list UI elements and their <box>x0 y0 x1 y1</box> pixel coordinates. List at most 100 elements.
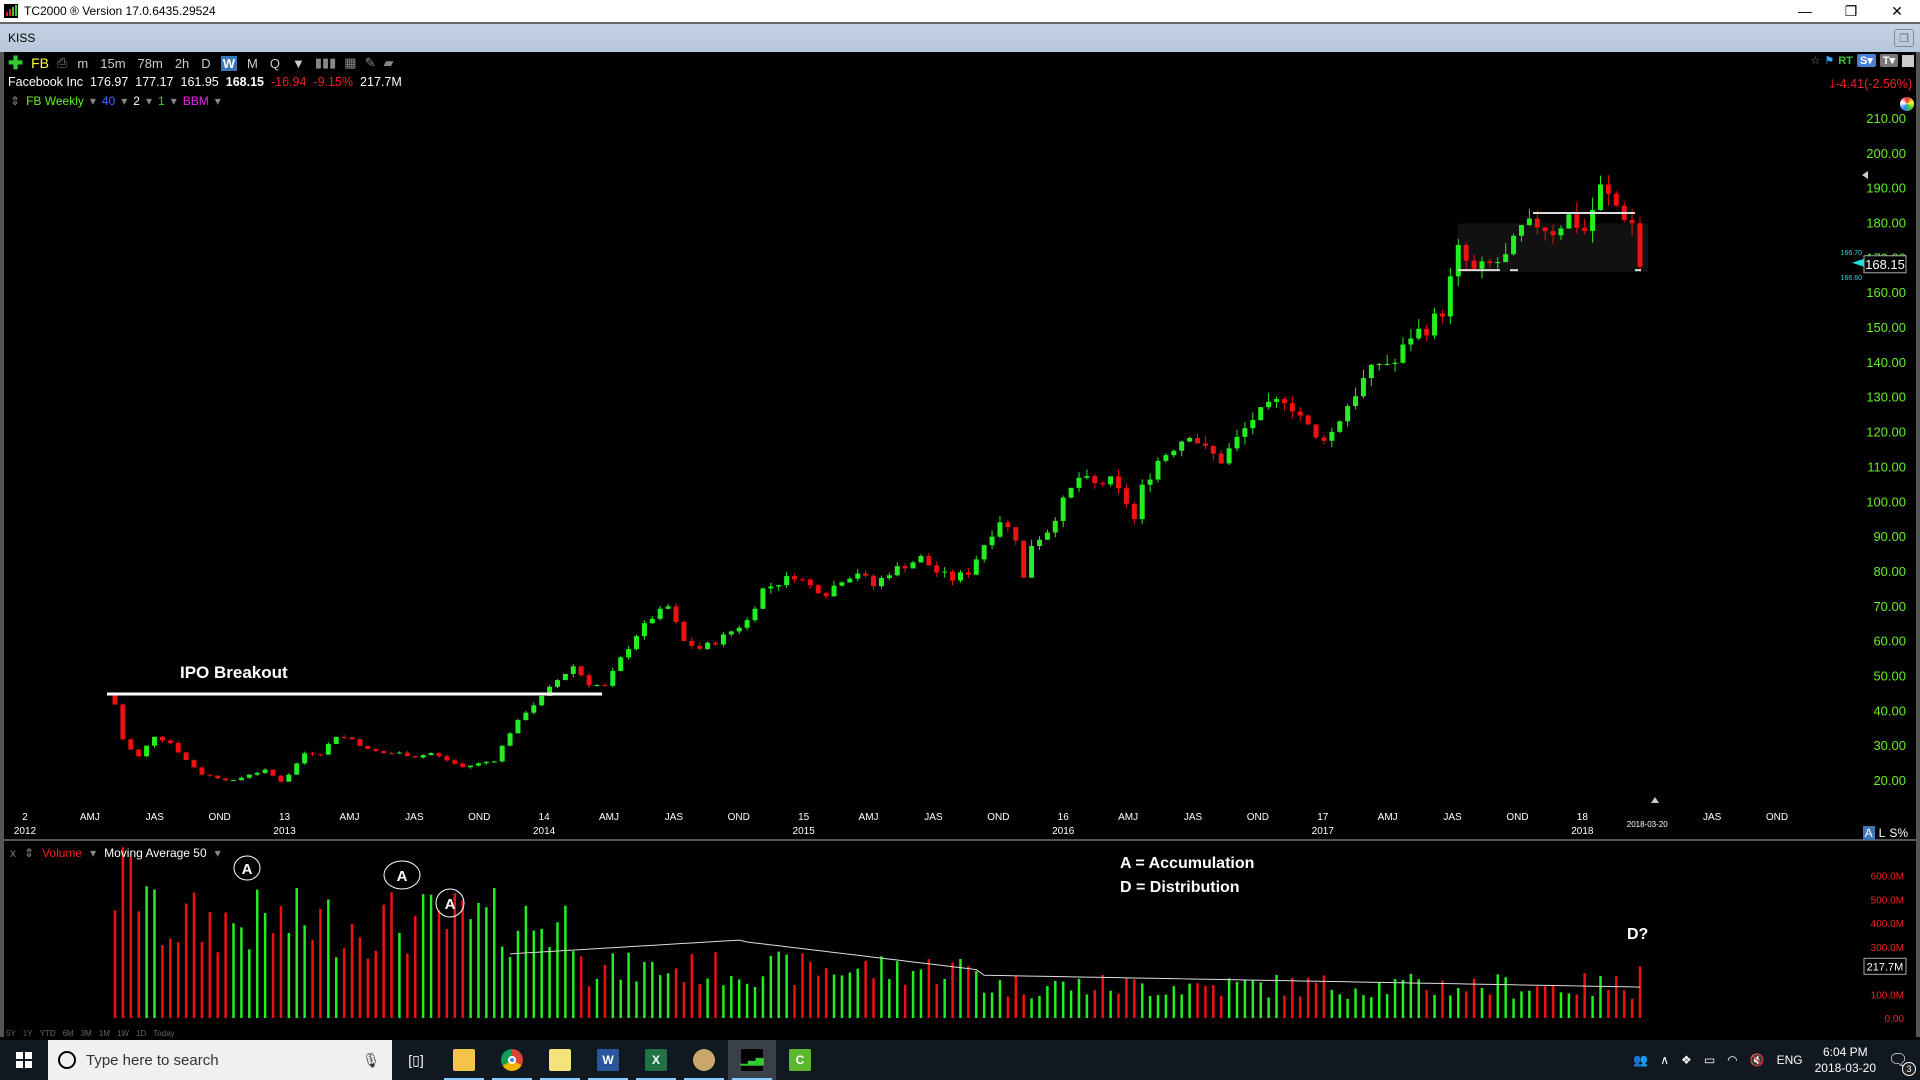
candle-body <box>950 571 956 581</box>
candle-body <box>1582 227 1588 231</box>
candle-body <box>1068 487 1074 498</box>
price-tick-label: 50.00 <box>1873 669 1906 684</box>
price-chart[interactable]: 20.0030.0040.0050.0060.0070.0080.0090.00… <box>0 0 1920 1040</box>
candle-body <box>468 765 474 768</box>
last-price-label: 168.15 <box>1865 257 1905 272</box>
time-tick-label: JAS <box>665 812 684 823</box>
candle-body <box>499 745 505 762</box>
candle-body <box>531 705 537 713</box>
taskbar-search[interactable]: Type here to search 🎙 <box>48 1040 392 1080</box>
candle-body <box>1187 437 1193 442</box>
candle-body <box>136 749 142 757</box>
task-view-button[interactable]: [▯] <box>392 1040 440 1080</box>
candle-body <box>1526 218 1532 226</box>
candle-body <box>1108 476 1114 485</box>
candle-body <box>1013 527 1019 541</box>
candle-body <box>404 752 410 757</box>
candle-body <box>1281 399 1287 404</box>
word-app[interactable]: W <box>584 1040 632 1080</box>
candle-body <box>673 606 679 623</box>
start-button[interactable] <box>0 1040 48 1080</box>
moving-average-label[interactable]: Moving Average 50 <box>104 846 207 860</box>
candle-body <box>1029 545 1035 578</box>
wifi-icon[interactable]: ◠ <box>1727 1053 1737 1067</box>
range-1d[interactable]: 1D <box>136 1029 146 1038</box>
range-ytd[interactable]: YTD <box>40 1029 56 1038</box>
candle-body <box>317 754 323 756</box>
candle-body <box>1613 193 1619 206</box>
chrome-icon <box>501 1049 523 1071</box>
show-hidden-icons-chevron[interactable]: ∧ <box>1660 1053 1669 1067</box>
time-tick-label: AMJ <box>1378 812 1398 823</box>
microphone-icon[interactable]: 🎙 <box>362 1052 380 1069</box>
clock[interactable]: 6:04 PM 2018-03-20 <box>1815 1044 1876 1076</box>
time-tick-label: 13 <box>279 812 291 823</box>
candle-body <box>120 704 126 740</box>
candle-body <box>483 761 489 764</box>
candle-body <box>784 576 790 586</box>
close-pane-icon[interactable]: x <box>10 846 16 860</box>
candle-body <box>713 642 719 645</box>
excel-app[interactable]: X <box>632 1040 680 1080</box>
language-indicator[interactable]: ENG <box>1777 1053 1803 1067</box>
range-3m[interactable]: 3M <box>81 1029 92 1038</box>
candle-body <box>831 585 837 597</box>
axis-log-button[interactable]: L <box>1879 826 1886 840</box>
candle-body <box>1076 477 1082 488</box>
candle-body <box>1305 415 1311 425</box>
candle-body <box>1534 218 1540 228</box>
axis-percent-button[interactable]: S% <box>1889 826 1908 840</box>
candle-body <box>1400 344 1406 363</box>
chevron-down-icon[interactable]: ▾ <box>215 846 221 860</box>
paint-palette-icon <box>693 1049 715 1071</box>
range-today[interactable]: Today <box>153 1029 174 1038</box>
tc2000-app[interactable]: ▁▃▅ <box>728 1040 776 1080</box>
pane-divider[interactable] <box>4 839 1916 841</box>
dropbox-icon[interactable]: ❖ <box>1681 1053 1692 1067</box>
candle-body <box>1258 407 1264 420</box>
year-label: 2013 <box>273 826 296 837</box>
range-1w[interactable]: 1W <box>117 1029 129 1038</box>
candle-body <box>1250 419 1256 429</box>
people-icon[interactable]: 👥 <box>1633 1053 1648 1067</box>
excel-icon: X <box>645 1049 667 1071</box>
candle-body <box>965 572 971 575</box>
candle-body <box>389 753 395 755</box>
candle-body <box>641 623 647 637</box>
candle-body <box>1155 460 1161 480</box>
price-tick-label: 40.00 <box>1873 703 1906 718</box>
battery-icon[interactable]: ▭ <box>1704 1053 1715 1067</box>
candle-body <box>1408 338 1414 345</box>
candle-body <box>1274 399 1280 402</box>
cortana-icon <box>58 1051 76 1069</box>
move-handle-icon[interactable]: ⇕ <box>24 846 34 860</box>
candle-body <box>325 743 331 755</box>
range-1m[interactable]: 1M <box>99 1029 110 1038</box>
file-explorer-app[interactable] <box>440 1040 488 1080</box>
axis-auto-button[interactable]: A <box>1862 826 1875 840</box>
distribution-mark: D? <box>1627 926 1648 943</box>
volume-muted-icon[interactable]: 🔇 <box>1750 1053 1765 1067</box>
chevron-down-icon[interactable]: ▾ <box>90 846 96 860</box>
camtasia-app[interactable]: C <box>776 1040 824 1080</box>
right-edge <box>1916 52 1920 1037</box>
candle-body <box>452 760 458 764</box>
candle-body <box>918 556 924 563</box>
task-view-icon: [▯] <box>408 1051 424 1068</box>
paint-app[interactable] <box>680 1040 728 1080</box>
camtasia-icon: C <box>789 1049 811 1071</box>
range-1y[interactable]: 1Y <box>23 1029 33 1038</box>
search-placeholder[interactable]: Type here to search <box>86 1052 352 1069</box>
price-tick-label: 140.00 <box>1866 355 1906 370</box>
sticky-notes-app[interactable] <box>536 1040 584 1080</box>
candle-body <box>144 745 150 757</box>
time-tick-label: 2018-03-20 <box>1627 820 1668 829</box>
action-center-button[interactable]: 🗨 3 <box>1888 1050 1916 1076</box>
windows-taskbar: Type here to search 🎙 [▯] W X ▁▃▅ C 👥 ∧ … <box>0 1040 1920 1080</box>
candle-body <box>1479 261 1485 269</box>
chrome-app[interactable] <box>488 1040 536 1080</box>
volume-label[interactable]: Volume <box>42 846 82 860</box>
range-5y[interactable]: 5Y <box>6 1029 16 1038</box>
range-6m[interactable]: 6M <box>63 1029 74 1038</box>
candle-body <box>262 769 268 773</box>
